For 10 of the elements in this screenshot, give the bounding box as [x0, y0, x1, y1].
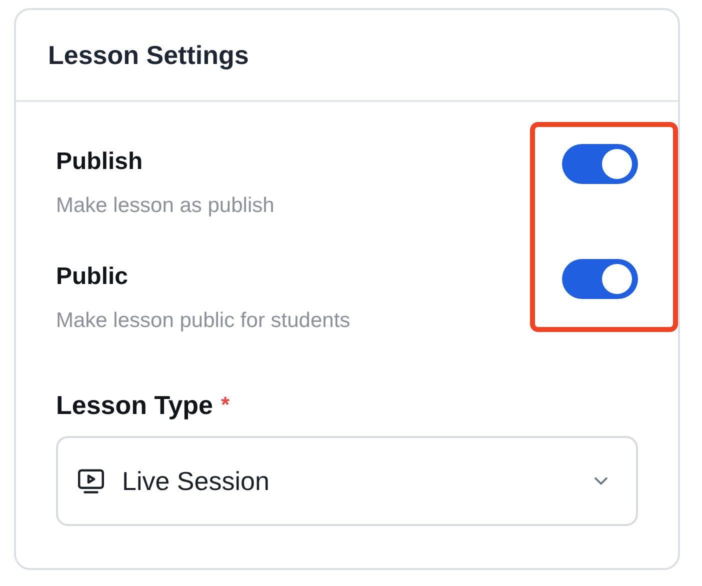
toggle-switch[interactable] [562, 144, 638, 184]
lesson-type-select[interactable]: Live Session [56, 436, 638, 526]
setting-description: Make lesson public for students [56, 308, 350, 334]
setting-label: Publish [56, 147, 144, 177]
card-title: Lesson Settings [48, 40, 249, 70]
setting-description: Make lesson as publish [56, 193, 274, 219]
toggle-switch[interactable] [562, 259, 638, 299]
required-mark: * [221, 391, 230, 419]
field-label: Lesson Type [56, 390, 214, 420]
setting-label: Public [56, 262, 130, 292]
